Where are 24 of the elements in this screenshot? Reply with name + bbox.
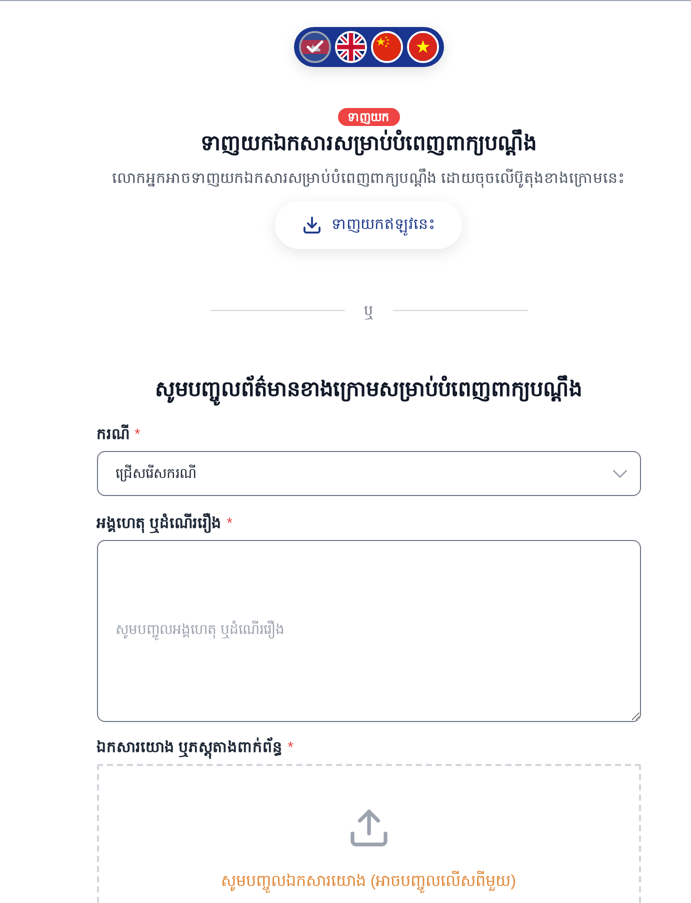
required-asterisk: * xyxy=(226,514,233,534)
field-label: ករណី xyxy=(96,423,130,445)
china-flag-icon xyxy=(372,33,400,61)
field-label: ឯកសារយោង ឬភស្តុតាងពាក់ព័ន្ធ xyxy=(96,736,283,760)
form-title: សូមបញ្ចូលព័ត៌មានខាងក្រោមសម្រាប់បំពេញពាក្យបណ្ដឹង xyxy=(155,373,582,407)
select-placeholder: ជ្រើសរើសករណី xyxy=(116,464,196,484)
field-label: អង្គហេតុ ឬដំណើររឿង xyxy=(96,512,222,536)
check-icon xyxy=(306,40,324,54)
download-now-button[interactable]: ទាញយកឥឡូវនេះ xyxy=(275,201,462,249)
language-button[interactable] xyxy=(298,31,330,63)
download-icon xyxy=(302,215,322,235)
upload-prompt: សូមបញ្ចូលឯកសារយោង (អាចបញ្ចូលលើសពីមួយ) xyxy=(220,870,516,894)
download-description: លោកអ្នកអាចទាញយកឯកសារសម្រាប់បំពេញពាក្យបណ្ដឹង ដោយចុចលើប៊ូតុងខាងក្រោមនេះ xyxy=(112,167,626,190)
facts-textarea[interactable]: សូមបញ្ចូលអង្គហេតុ ឬដំណើររឿង xyxy=(96,540,640,722)
cambodia-flag-icon xyxy=(300,33,328,61)
or-divider-text: ឬ xyxy=(363,301,374,321)
required-asterisk: * xyxy=(134,425,140,445)
download-title: ទាញយកឯកសារសម្រាប់បំពេញពាក្យបណ្ដឹង xyxy=(200,127,536,161)
chevron-down-icon xyxy=(612,470,626,478)
download-badge: ទាញយក xyxy=(338,108,400,126)
required-asterisk: * xyxy=(288,738,294,758)
uk-flag-icon xyxy=(336,33,364,61)
case-select[interactable]: ជ្រើសរើសករណី xyxy=(96,451,640,496)
vietnam-flag-icon xyxy=(408,33,436,61)
